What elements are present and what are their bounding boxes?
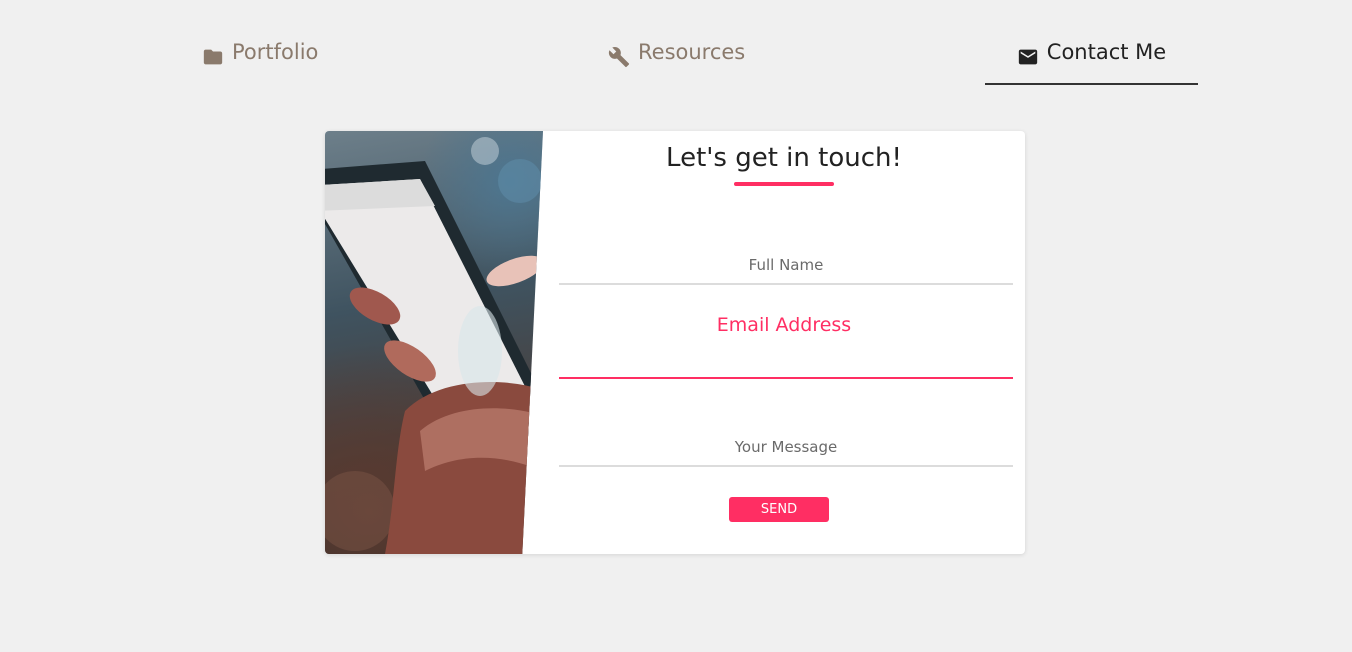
full-name-input[interactable] [559, 246, 1013, 285]
nav-item-label: Portfolio [232, 40, 319, 64]
message-input[interactable] [559, 428, 1013, 467]
top-navigation: Portfolio Resources Contact Me [0, 0, 1352, 90]
title-underline [734, 182, 834, 186]
nav-item-label: Resources [638, 40, 746, 64]
email-input[interactable] [559, 345, 1013, 379]
nav-item-resources[interactable]: Resources [608, 40, 745, 84]
nav-item-label: Contact Me [1046, 40, 1167, 64]
phone-photo [325, 131, 543, 554]
contact-card: Let's get in touch! Email Address SEND [325, 131, 1025, 554]
nav-item-contact[interactable]: Contact Me [985, 40, 1198, 84]
send-button[interactable]: SEND [729, 497, 829, 522]
active-tab-underline [985, 83, 1198, 85]
folder-icon [202, 46, 224, 68]
nav-item-portfolio[interactable]: Portfolio [202, 40, 318, 84]
envelope-icon [1017, 46, 1039, 68]
email-label: Email Address [716, 314, 852, 336]
page-title: Let's get in touch! [666, 143, 902, 173]
wrench-icon [608, 46, 630, 68]
